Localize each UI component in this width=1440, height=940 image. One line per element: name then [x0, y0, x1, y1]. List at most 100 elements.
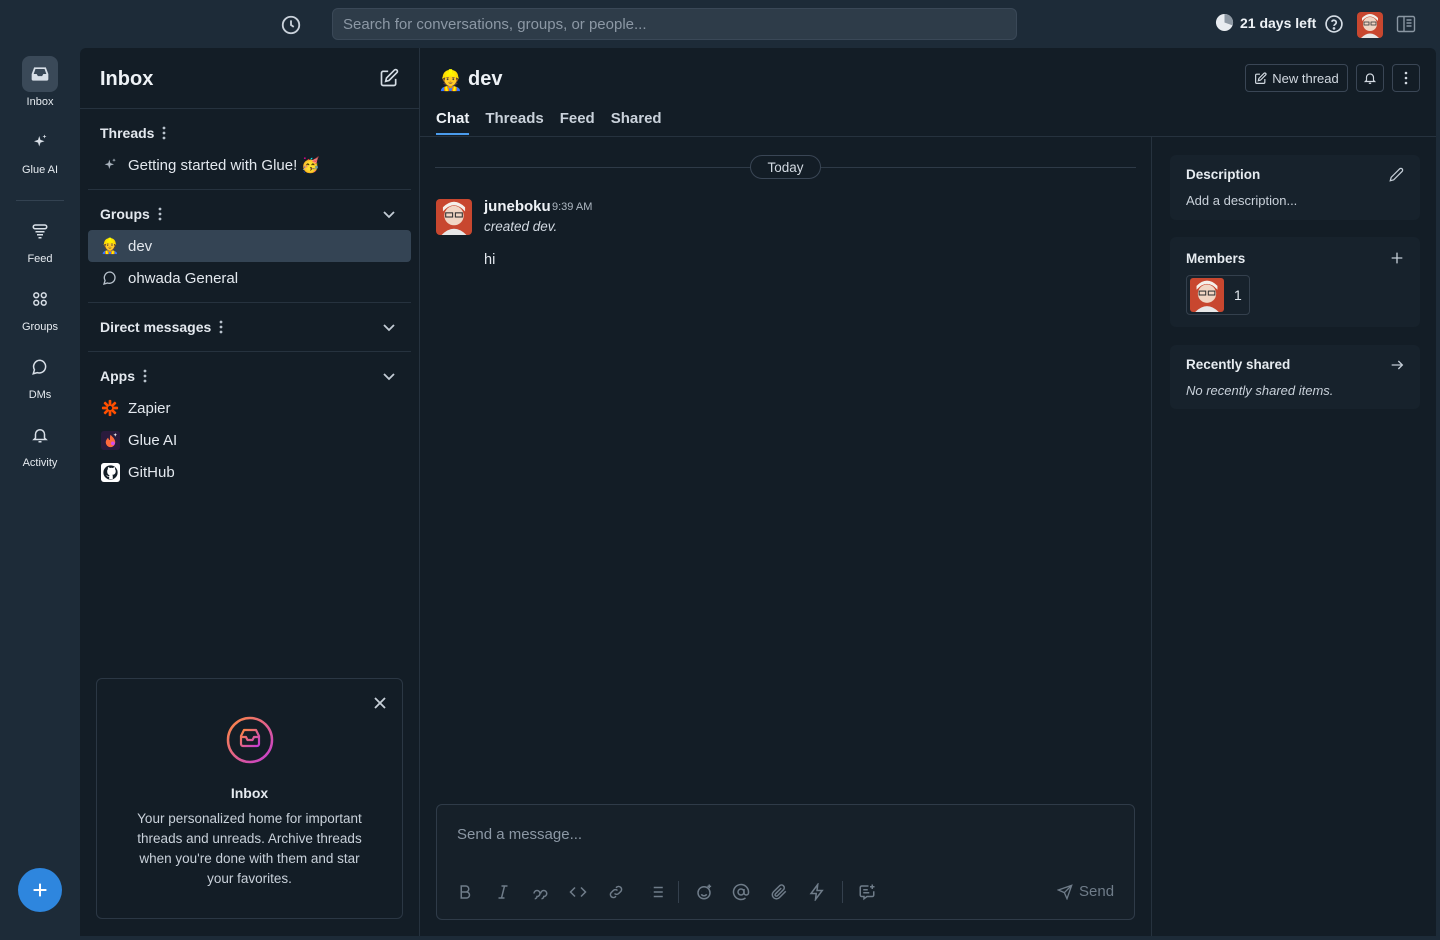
emoji-icon[interactable] — [695, 883, 713, 901]
plus-icon[interactable] — [1389, 250, 1405, 266]
chevron-down-icon[interactable] — [382, 369, 396, 383]
layout-toggle-icon[interactable] — [1396, 14, 1416, 34]
threads-section-header[interactable]: Threads — [100, 125, 166, 141]
more-icon[interactable] — [143, 369, 147, 383]
member-count-chip[interactable]: 1 — [1186, 275, 1250, 315]
link-icon[interactable] — [607, 883, 625, 901]
italic-icon[interactable] — [494, 883, 512, 901]
rail-item-inbox[interactable]: Inbox — [0, 56, 80, 108]
rail-label: Groups — [21, 321, 59, 333]
chat-area: 👷 dev New thread Chat Threads Feed Share… — [420, 48, 1436, 936]
message-author[interactable]: juneboku — [484, 198, 551, 215]
more-vertical-icon — [1404, 71, 1408, 85]
group-label: dev — [128, 237, 153, 255]
history-icon[interactable] — [280, 14, 302, 36]
more-options-button[interactable] — [1392, 64, 1420, 92]
app-label: Zapier — [128, 399, 171, 417]
tab-threads[interactable]: Threads — [485, 110, 543, 135]
rail-item-dms[interactable]: DMs — [0, 349, 80, 401]
construction-worker-emoji: 👷 — [100, 238, 120, 255]
new-thread-button[interactable]: New thread — [1245, 64, 1348, 92]
rail-item-feed[interactable]: Feed — [0, 213, 80, 265]
message-input[interactable] — [457, 823, 1097, 845]
search-input[interactable] — [332, 8, 1017, 40]
attachment-icon[interactable] — [770, 883, 788, 901]
inbox-info-card: Inbox Your personalized home for importa… — [96, 678, 403, 919]
inbox-title: Inbox — [100, 68, 154, 90]
arrow-right-icon[interactable] — [1389, 357, 1405, 373]
app-item-github[interactable]: GitHub — [88, 456, 411, 488]
notifications-button[interactable] — [1356, 64, 1384, 92]
chevron-down-icon[interactable] — [382, 207, 396, 221]
app-label: Glue AI — [128, 431, 178, 449]
section-label: Direct messages — [100, 319, 212, 335]
rail-item-activity[interactable]: Activity — [0, 417, 80, 469]
rail-item-groups[interactable]: Groups — [0, 281, 80, 333]
thread-label: Getting started with Glue! 🥳 — [128, 157, 321, 174]
code-icon[interactable] — [569, 883, 587, 901]
toolbar-divider — [842, 881, 843, 903]
tab-shared[interactable]: Shared — [611, 110, 662, 135]
section-label: Apps — [100, 368, 135, 384]
app-item-zapier[interactable]: Zapier — [88, 392, 411, 424]
feed-icon — [22, 213, 58, 249]
tab-chat[interactable]: Chat — [436, 110, 470, 135]
app-item-glue-ai[interactable]: Glue AI — [88, 424, 411, 456]
group-item-dev[interactable]: 👷 dev — [88, 230, 411, 262]
user-avatar[interactable] — [1357, 12, 1383, 38]
create-button[interactable] — [18, 868, 62, 912]
more-icon[interactable] — [219, 320, 223, 334]
app-label: GitHub — [128, 463, 175, 481]
add-thread-icon[interactable] — [858, 883, 876, 901]
chat-bubble-icon — [100, 268, 120, 288]
bell-icon — [22, 417, 58, 453]
list-icon[interactable] — [647, 883, 665, 901]
group-label: ohwada General — [128, 269, 239, 287]
channel-title: dev — [468, 68, 503, 90]
rail-label: Glue AI — [21, 164, 59, 176]
rail-label: Activity — [22, 457, 58, 469]
description-title: Description — [1186, 167, 1261, 182]
members-card: Members 1 — [1170, 237, 1420, 327]
send-button[interactable]: Send — [1057, 883, 1114, 900]
glue-ai-icon — [100, 430, 120, 450]
channel-tabs: Chat Threads Feed Shared — [436, 110, 662, 135]
more-icon[interactable] — [158, 207, 162, 221]
recently-shared-empty: No recently shared items. — [1186, 383, 1334, 398]
rail-label: DMs — [28, 389, 52, 401]
close-icon[interactable] — [372, 695, 388, 711]
description-placeholder[interactable]: Add a description... — [1186, 193, 1297, 208]
rail-item-glue-ai[interactable]: Glue AI — [0, 124, 80, 176]
chevron-down-icon[interactable] — [382, 320, 396, 334]
dms-section-header[interactable]: Direct messages — [100, 319, 223, 335]
pencil-icon[interactable] — [1389, 167, 1405, 183]
clock-icon — [1215, 13, 1234, 32]
mention-icon[interactable] — [732, 883, 750, 901]
compose-icon[interactable] — [379, 68, 401, 90]
members-title: Members — [1186, 251, 1246, 266]
date-divider: Today — [750, 155, 821, 179]
thread-item[interactable]: Getting started with Glue! 🥳 — [88, 149, 411, 181]
new-thread-label: New thread — [1272, 70, 1339, 86]
channel-emoji: 👷 — [438, 70, 463, 92]
bold-icon[interactable] — [456, 883, 474, 901]
message-avatar[interactable] — [436, 199, 472, 235]
rail-label: Inbox — [26, 96, 54, 108]
groups-section-header[interactable]: Groups — [100, 206, 162, 222]
send-icon — [1057, 883, 1073, 900]
inbox-sidebar: Inbox Threads Getting started with Glue!… — [80, 48, 420, 936]
more-icon[interactable] — [162, 126, 166, 140]
send-label: Send — [1079, 883, 1115, 900]
help-icon[interactable] — [1324, 14, 1344, 34]
quote-icon[interactable] — [531, 883, 549, 901]
inbox-icon — [22, 56, 58, 92]
recently-shared-card: Recently shared No recently shared items… — [1170, 345, 1420, 409]
group-item-ohwada-general[interactable]: ohwada General — [88, 262, 411, 294]
promo-description: Your personalized home for important thr… — [137, 811, 362, 886]
message-timestamp: 9:39 AM — [552, 201, 593, 213]
trial-indicator[interactable]: 21 days left — [1215, 13, 1316, 32]
lightning-icon[interactable] — [808, 883, 826, 901]
groups-icon — [22, 281, 58, 317]
tab-feed[interactable]: Feed — [560, 110, 595, 135]
apps-section-header[interactable]: Apps — [100, 368, 147, 384]
